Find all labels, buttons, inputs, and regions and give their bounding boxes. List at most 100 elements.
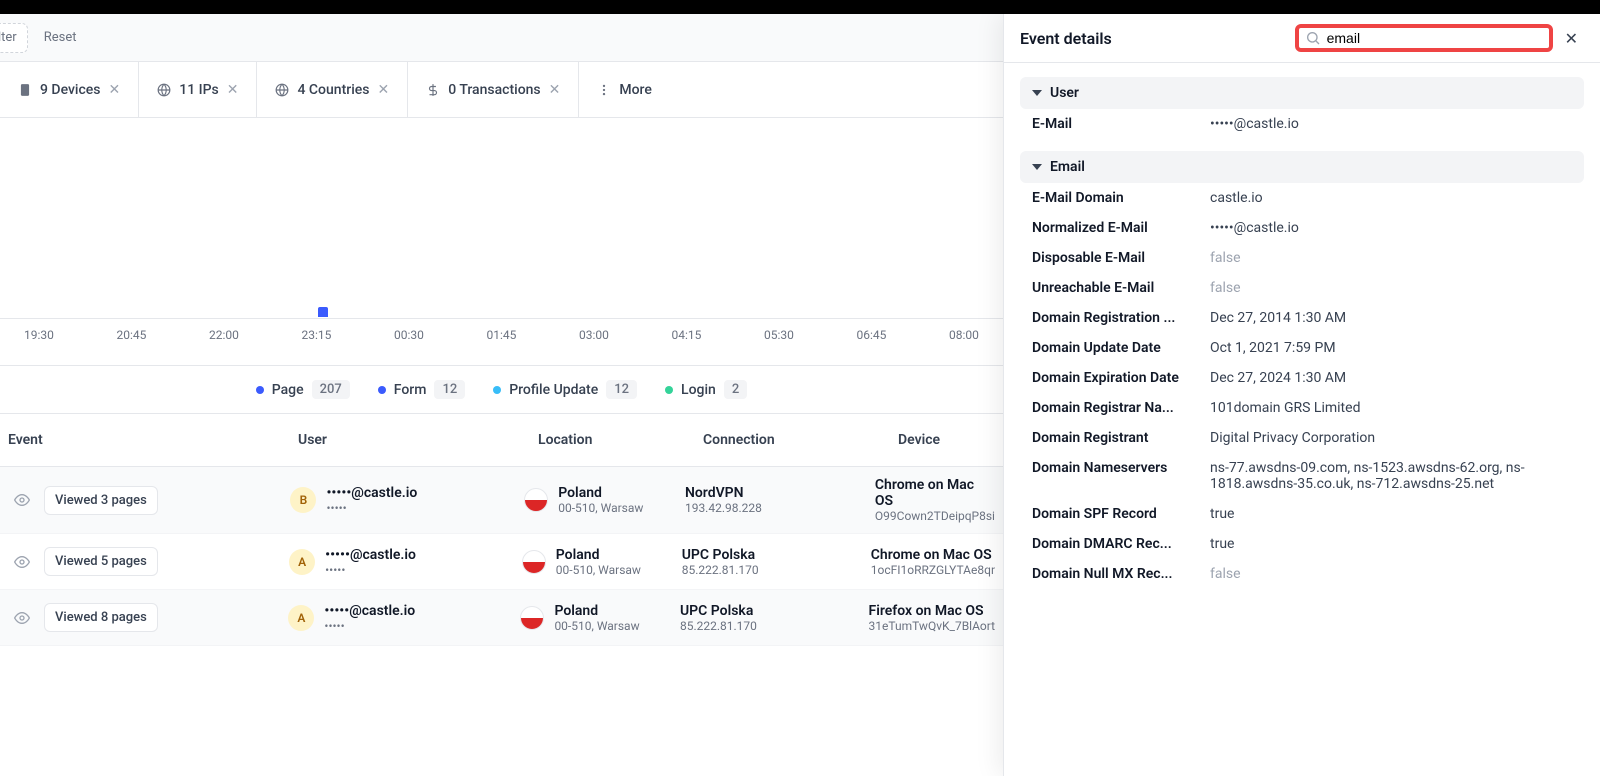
kv-row: E-Mail Domaincastle.io: [1020, 183, 1584, 213]
user-email: •••••@castle.io: [324, 603, 415, 619]
tab-label: 4 Countries: [297, 82, 369, 98]
stats-toolbar: 9 Devices ✕ 11 IPs ✕ 4 Countries ✕ 0 Tra…: [0, 62, 1003, 118]
connection-isp: UPC Polska: [682, 547, 871, 563]
event-details-panel: Event details ✕ User E-Mail •••••@castle…: [1003, 14, 1600, 776]
kv-key: Domain Registrant: [1032, 430, 1210, 446]
legend-profile-update[interactable]: Profile Update 12: [493, 380, 637, 399]
kv-key: Domain SPF Record: [1032, 506, 1210, 522]
eye-icon: [8, 610, 36, 626]
device-name: Firefox on Mac OS: [869, 603, 995, 619]
close-panel-button[interactable]: ✕: [1559, 25, 1584, 52]
legend-dot-icon: [665, 386, 673, 394]
kv-value: Dec 27, 2024 1:30 AM: [1210, 370, 1572, 386]
x-tick: 01:45: [487, 328, 517, 342]
legend-label: Login: [681, 382, 716, 398]
legend-login[interactable]: Login 2: [665, 380, 747, 399]
kv-value: false: [1210, 250, 1572, 266]
tab-devices[interactable]: 9 Devices ✕: [0, 62, 139, 118]
section-title: User: [1050, 85, 1079, 101]
event-badge: Viewed 8 pages: [44, 603, 158, 632]
panel-title: Event details: [1020, 29, 1112, 48]
panel-header: Event details ✕: [1004, 14, 1600, 63]
close-icon[interactable]: ✕: [109, 82, 121, 98]
device-id: 31eTumTwQvK_7BlAort: [869, 619, 995, 633]
kv-row: Domain Null MX Rec...false: [1020, 559, 1584, 589]
close-icon[interactable]: ✕: [377, 82, 389, 98]
dollar-icon: [426, 83, 440, 97]
legend-label: Page: [272, 382, 304, 398]
legend-form[interactable]: Form 12: [378, 380, 465, 399]
connection-isp: NordVPN: [685, 485, 875, 501]
kv-row: Domain DMARC Rec...true: [1020, 529, 1584, 559]
x-tick: 19:30: [24, 328, 54, 342]
user-sub: •••••: [325, 563, 416, 577]
connection-isp: UPC Polska: [680, 603, 869, 619]
location-country: Poland: [558, 485, 643, 501]
chevron-down-icon: [1032, 90, 1042, 96]
kv-row: Domain Registrar Na...101domain GRS Limi…: [1020, 393, 1584, 423]
col-event: Event: [8, 432, 298, 448]
table-row[interactable]: Viewed 5 pages A •••••@castle.io ••••• P…: [0, 534, 1003, 590]
kv-row: Disposable E-Mailfalse: [1020, 243, 1584, 273]
close-icon[interactable]: ✕: [549, 82, 561, 98]
tab-label: 0 Transactions: [448, 82, 540, 98]
legend-dot-icon: [493, 386, 501, 394]
avatar: B: [290, 487, 316, 513]
kv-row: Domain Update DateOct 1, 2021 7:59 PM: [1020, 333, 1584, 363]
x-tick: 23:15: [302, 328, 332, 342]
kv-row: Domain RegistrantDigital Privacy Corpora…: [1020, 423, 1584, 453]
kv-value: Oct 1, 2021 7:59 PM: [1210, 340, 1572, 356]
user-sub: •••••: [326, 501, 417, 515]
device-id: O99Cown2TDeipqP8si: [875, 509, 995, 523]
kv-row: Domain Registration ...Dec 27, 2014 1:30…: [1020, 303, 1584, 333]
x-tick: 04:15: [672, 328, 702, 342]
more-button[interactable]: More: [579, 82, 670, 98]
section-title: Email: [1050, 159, 1085, 175]
legend-dot-icon: [378, 386, 386, 394]
x-tick: 20:45: [117, 328, 147, 342]
chart-legend: Page 207 Form 12 Profile Update 12 Login…: [0, 366, 1003, 414]
col-connection: Connection: [703, 432, 898, 448]
search-wrap: [1295, 24, 1553, 52]
filter-row: lter Reset: [0, 14, 1003, 62]
section-header-user[interactable]: User: [1020, 77, 1584, 109]
x-tick: 05:30: [764, 328, 794, 342]
reset-button[interactable]: Reset: [34, 23, 87, 53]
search-icon: [1305, 30, 1321, 46]
table-header: Event User Location Connection Device: [0, 414, 1003, 467]
table-row[interactable]: Viewed 8 pages A •••••@castle.io ••••• P…: [0, 590, 1003, 646]
kv-value: Dec 27, 2014 1:30 AM: [1210, 310, 1572, 326]
chart-bar: [318, 307, 328, 317]
user-email: •••••@castle.io: [326, 485, 417, 501]
location-city: 00-510, Warsaw: [554, 619, 639, 633]
location-country: Poland: [554, 603, 639, 619]
chevron-down-icon: [1032, 164, 1042, 170]
avatar: A: [289, 549, 315, 575]
kv-key: Unreachable E-Mail: [1032, 280, 1210, 296]
tab-transactions[interactable]: 0 Transactions ✕: [408, 62, 579, 118]
search-input[interactable]: [1327, 30, 1543, 46]
kv-key: E-Mail Domain: [1032, 190, 1210, 206]
section-header-email[interactable]: Email: [1020, 151, 1584, 183]
legend-count: 12: [434, 380, 465, 399]
location-city: 00-510, Warsaw: [556, 563, 641, 577]
event-badge: Viewed 5 pages: [44, 547, 158, 576]
reset-label: Reset: [44, 30, 77, 45]
globe-icon: [157, 83, 171, 97]
legend-count: 207: [312, 380, 350, 399]
kv-key: Domain Expiration Date: [1032, 370, 1210, 386]
tab-ips[interactable]: 11 IPs ✕: [139, 62, 257, 118]
chart-x-ticks: 19:30 20:45 22:00 23:15 00:30 01:45 03:0…: [0, 328, 1003, 342]
chart-baseline: [0, 318, 1003, 319]
device-id: 1ocFI1oRRZGLYTAe8qr: [871, 563, 995, 577]
filter-chip[interactable]: lter: [0, 23, 28, 53]
close-icon[interactable]: ✕: [227, 82, 239, 98]
event-badge: Viewed 3 pages: [44, 486, 158, 515]
table-row[interactable]: Viewed 3 pages B •••••@castle.io ••••• P…: [0, 467, 1003, 534]
legend-page[interactable]: Page 207: [256, 380, 350, 399]
tab-countries[interactable]: 4 Countries ✕: [257, 62, 408, 118]
panel-body: User E-Mail •••••@castle.io Email E-Mail…: [1004, 63, 1600, 776]
x-tick: 22:00: [209, 328, 239, 342]
device-name: Chrome on Mac OS: [871, 547, 995, 563]
x-tick: 00:30: [394, 328, 424, 342]
